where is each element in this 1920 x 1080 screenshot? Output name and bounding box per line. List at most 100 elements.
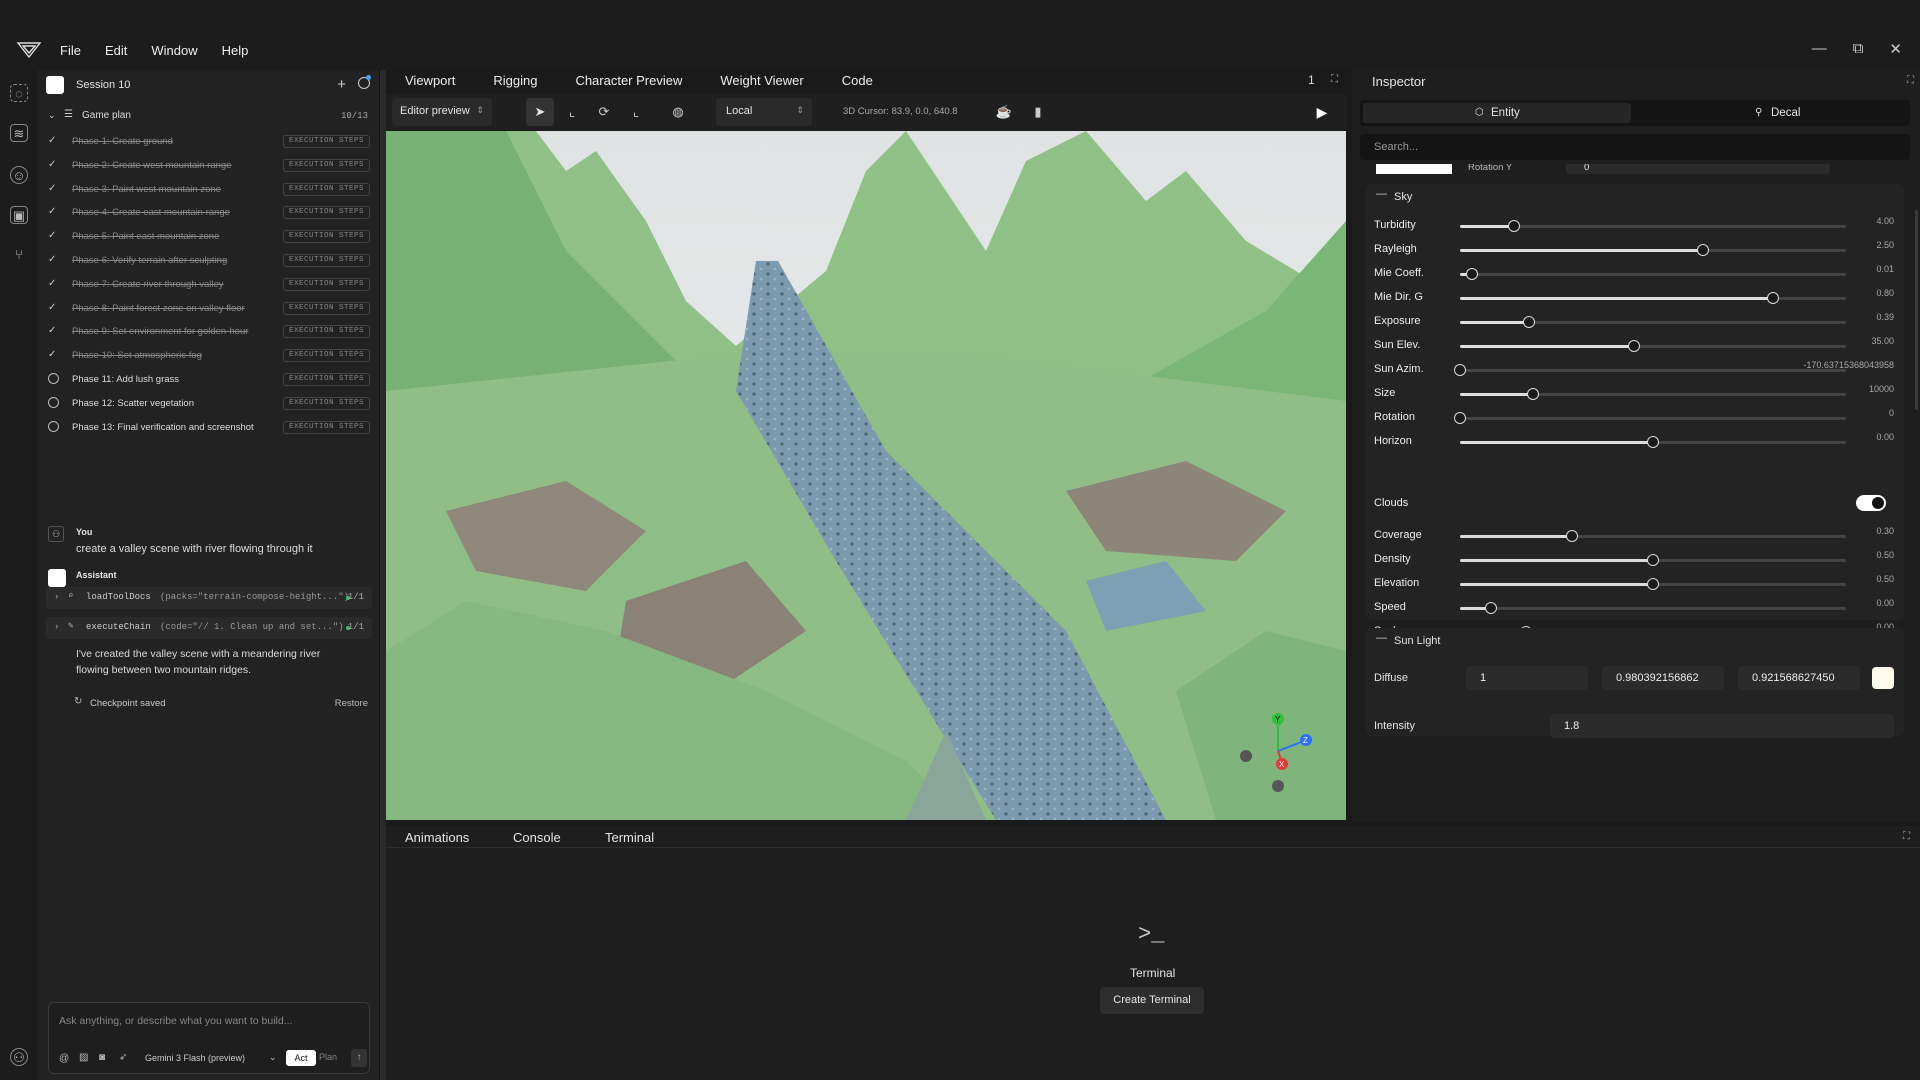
slider-track[interactable] — [1460, 244, 1846, 256]
tool-call-execute-chain[interactable]: › ✎ executeChain (code="// 1. Clean up a… — [46, 617, 372, 639]
entity-tab[interactable]: ⬡ Entity — [1363, 103, 1631, 123]
teapot-icon[interactable]: ☕ — [990, 98, 1018, 126]
assistant-bot-icon[interactable]: ☺ — [10, 166, 28, 184]
plan-phase[interactable]: ✓ Phase 1: Create ground EXECUTION STEPS — [38, 130, 380, 154]
slider-track[interactable] — [1460, 316, 1846, 328]
diffuse-color-swatch[interactable] — [1872, 667, 1894, 689]
tab-console[interactable]: Console — [513, 830, 561, 845]
execution-steps-badge[interactable]: EXECUTION STEPS — [283, 325, 371, 339]
minimize-icon[interactable]: — — [1812, 40, 1827, 58]
slider-knob[interactable] — [1523, 316, 1535, 328]
plan-phase[interactable]: ✓ Phase 9: Set environment for golden-hou… — [38, 320, 380, 344]
collapse-icon[interactable]: — — [1376, 188, 1387, 200]
preview-mode-select[interactable]: Editor preview ⇕ — [392, 98, 492, 126]
tab-terminal[interactable]: Terminal — [605, 830, 654, 845]
close-icon[interactable]: ✕ — [1889, 40, 1902, 58]
play-icon[interactable]: ▶ — [1308, 98, 1336, 126]
collapse-icon[interactable]: — — [1376, 632, 1387, 644]
3d-viewport[interactable]: Y Z X — [386, 131, 1346, 820]
slider-track[interactable] — [1460, 530, 1846, 542]
slider-track[interactable] — [1460, 292, 1846, 304]
layers-icon[interactable]: ≋ — [10, 124, 28, 142]
slider-track[interactable] — [1460, 340, 1846, 352]
plan-phase[interactable]: ✓ Phase 4: Create east mountain range EXEC… — [38, 201, 380, 225]
game-plan-header[interactable]: ⌄ ☰ Game plan 10/13 — [38, 106, 380, 126]
plan-phase[interactable]: ✓ Phase 8: Paint forest zone on valley fl… — [38, 297, 380, 321]
slider-knob[interactable] — [1527, 388, 1539, 400]
image-icon[interactable]: ▨ — [79, 1052, 88, 1063]
select-tool-icon[interactable]: ◌ — [10, 84, 28, 102]
slider-knob[interactable] — [1466, 268, 1478, 280]
partial-field[interactable]: 0 — [1566, 164, 1830, 174]
plan-phase[interactable]: ✓ Phase 3: Paint west mountain zone EXECUT… — [38, 178, 380, 202]
slider-track[interactable] — [1460, 436, 1846, 448]
expand-icon[interactable]: ⛶ — [1903, 831, 1910, 842]
inspector-search-input[interactable]: Search... — [1360, 134, 1910, 160]
diffuse-g-field[interactable]: 0.980392156862 — [1602, 666, 1724, 690]
slider-knob[interactable] — [1647, 436, 1659, 448]
camera-icon[interactable]: ◙ — [99, 1052, 105, 1063]
model-select[interactable]: Gemini 3 Flash (preview) — [145, 1053, 245, 1063]
slider-knob[interactable] — [1454, 364, 1466, 376]
plan-phase[interactable]: ✓ Phase 6: Verify terrain after sculpting… — [38, 249, 380, 273]
new-session-plus-icon[interactable]: + — [337, 76, 346, 93]
execution-steps-badge[interactable]: EXECUTION STEPS — [283, 420, 371, 434]
inspector-scrollbar[interactable] — [1915, 210, 1918, 410]
git-branch-icon[interactable]: ⑂ — [10, 246, 28, 264]
slider-track[interactable] — [1460, 602, 1846, 614]
send-arrow-icon[interactable]: ↑ — [351, 1049, 367, 1067]
intensity-field[interactable]: 1.8 — [1550, 714, 1894, 738]
menu-window[interactable]: Window — [151, 43, 197, 58]
tab-character-preview[interactable]: Character Preview — [556, 70, 701, 92]
execution-steps-badge[interactable]: EXECUTION STEPS — [283, 349, 371, 363]
plan-phase[interactable]: ✓ Phase 2: Create west mountain range EXEC… — [38, 154, 380, 178]
execution-steps-badge[interactable]: EXECUTION STEPS — [283, 277, 371, 291]
menu-file[interactable]: File — [60, 43, 81, 58]
restore-button[interactable]: Restore — [335, 698, 368, 709]
restore-icon[interactable]: ⧉ — [1853, 40, 1864, 58]
execution-steps-badge[interactable]: EXECUTION STEPS — [283, 372, 371, 386]
plan-phase[interactable]: Phase 11: Add lush grass EXECUTION STEPS — [38, 368, 380, 392]
tab-viewport[interactable]: Viewport — [386, 70, 474, 92]
slider-knob[interactable] — [1647, 578, 1659, 590]
slider-knob[interactable] — [1647, 554, 1659, 566]
tab-animations[interactable]: Animations — [405, 830, 469, 845]
diffuse-b-field[interactable]: 0.921568627450 — [1738, 666, 1860, 690]
move-tool-icon[interactable]: ⌞ — [558, 98, 586, 126]
slider-track[interactable] — [1460, 554, 1846, 566]
chat-input[interactable]: Ask anything, or describe what you want … — [59, 1015, 292, 1027]
plan-phase[interactable]: ✓ Phase 7: Create river through valley EXE… — [38, 273, 380, 297]
stats-chart-icon[interactable]: ▮ — [1024, 98, 1052, 126]
expand-icon[interactable]: ⛶ — [1907, 75, 1914, 86]
user-avatar-icon[interactable]: ⚇ — [10, 1048, 28, 1066]
globe-icon[interactable]: ◍ — [664, 98, 692, 126]
slider-track[interactable] — [1454, 364, 1846, 376]
clouds-toggle[interactable] — [1856, 495, 1886, 511]
slider-knob[interactable] — [1697, 244, 1709, 256]
slider-track[interactable] — [1460, 388, 1846, 400]
plan-phase[interactable]: Phase 12: Scatter vegetation EXECUTION ST… — [38, 392, 380, 416]
slider-knob[interactable] — [1508, 220, 1520, 232]
slider-track[interactable] — [1460, 268, 1846, 280]
create-terminal-button[interactable]: Create Terminal — [1100, 987, 1204, 1014]
execution-steps-badge[interactable]: EXECUTION STEPS — [283, 396, 371, 410]
scale-tool-icon[interactable]: ⌞ — [622, 98, 650, 126]
execution-steps-badge[interactable]: EXECUTION STEPS — [283, 158, 371, 172]
plan-mode-button[interactable]: Plan — [319, 1052, 337, 1062]
slider-track[interactable] — [1460, 220, 1846, 232]
transform-space-select[interactable]: Local ⇕ — [716, 98, 812, 126]
expand-icon[interactable]: ⛶ — [1331, 74, 1338, 85]
execution-steps-badge[interactable]: EXECUTION STEPS — [283, 182, 371, 196]
execution-steps-badge[interactable]: EXECUTION STEPS — [283, 253, 371, 267]
slider-track[interactable] — [1460, 578, 1846, 590]
execution-steps-badge[interactable]: EXECUTION STEPS — [283, 301, 371, 315]
execution-steps-badge[interactable]: EXECUTION STEPS — [283, 135, 371, 148]
rotate-tool-icon[interactable]: ⟳ — [590, 98, 618, 126]
decal-tab[interactable]: ⚲ Decal — [1635, 103, 1907, 123]
slider-knob[interactable] — [1454, 412, 1466, 424]
plan-phase[interactable]: ✓ Phase 5: Paint east mountain zone EXECUT… — [38, 225, 380, 249]
menu-edit[interactable]: Edit — [105, 43, 127, 58]
plan-phase[interactable]: Phase 13: Final verification and screens… — [38, 416, 380, 440]
package-icon[interactable]: ▣ — [10, 206, 28, 224]
diffuse-r-field[interactable]: 1 — [1466, 666, 1588, 690]
